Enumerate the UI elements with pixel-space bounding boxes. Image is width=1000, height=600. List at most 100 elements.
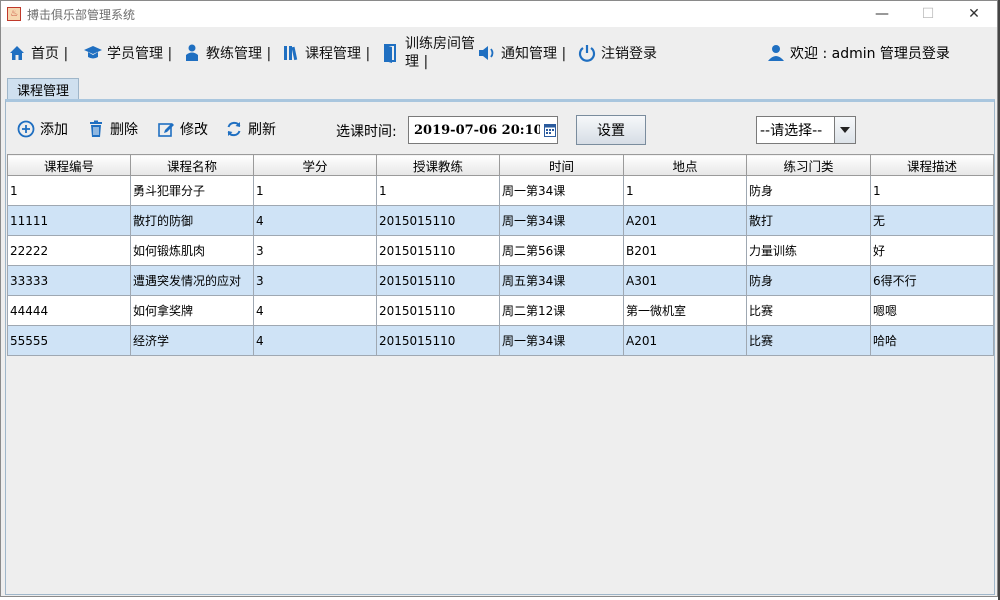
window-title: 搏击俱乐部管理系统 bbox=[27, 7, 136, 22]
table-row[interactable]: 11111 散打的防御 4 2015015110 周一第34课 A201 散打 … bbox=[7, 205, 994, 236]
menu-rooms-label-wrap: 训练房间管 理 | bbox=[405, 35, 475, 71]
table-cell: A201 bbox=[623, 205, 747, 236]
table-cell: 周一第34课 bbox=[499, 325, 624, 356]
table-cell: 2015015110 bbox=[376, 265, 500, 296]
table-cell: A201 bbox=[623, 325, 747, 356]
main-menu: 首页 | 学员管理 | 教练管理 | 课程管理 | 训练房间管 理 | 通知管理… bbox=[1, 31, 997, 75]
menu-logout[interactable]: 注销登录 bbox=[577, 31, 657, 75]
table-cell: 44444 bbox=[7, 295, 131, 326]
table-cell: 2015015110 bbox=[376, 325, 500, 356]
set-button[interactable]: 设置 bbox=[576, 115, 646, 145]
calendar-icon[interactable] bbox=[542, 120, 557, 140]
table-cell: 好 bbox=[870, 235, 994, 266]
maximize-button[interactable]: ☐ bbox=[905, 1, 951, 27]
table-header: 课程编号 课程名称 学分 授课教练 时间 地点 练习门类 课程描述 bbox=[7, 154, 994, 176]
table-cell: 无 bbox=[870, 205, 994, 236]
table-cell: A301 bbox=[623, 265, 747, 296]
delete-button[interactable]: 删除 bbox=[86, 117, 138, 141]
course-panel: 添加 删除 修改 刷新 选课时间: 2019-07-06 20:10:47 设置… bbox=[5, 99, 995, 595]
refresh-button[interactable]: 刷新 bbox=[224, 117, 276, 141]
table-cell: 防身 bbox=[746, 265, 871, 296]
table-cell: 4 bbox=[253, 325, 377, 356]
category-select-value: --请选择-- bbox=[760, 123, 823, 139]
refresh-icon bbox=[224, 119, 244, 139]
column-header[interactable]: 授课教练 bbox=[376, 154, 500, 176]
refresh-label: 刷新 bbox=[248, 122, 276, 138]
column-header[interactable]: 时间 bbox=[499, 154, 624, 176]
delete-label: 删除 bbox=[110, 122, 138, 138]
table-cell: 周一第34课 bbox=[499, 175, 624, 206]
table-cell: 哈哈 bbox=[870, 325, 994, 356]
menu-coaches-label: 教练管理 | bbox=[206, 46, 272, 62]
speaker-icon bbox=[477, 43, 497, 63]
table-cell: 1 bbox=[870, 175, 994, 206]
column-header[interactable]: 学分 bbox=[253, 154, 377, 176]
table-cell: 4 bbox=[253, 205, 377, 236]
column-header[interactable]: 课程名称 bbox=[130, 154, 254, 176]
table-cell: 4 bbox=[253, 295, 377, 326]
add-button[interactable]: 添加 bbox=[16, 117, 68, 141]
books-icon bbox=[281, 43, 301, 63]
date-picker bbox=[408, 116, 558, 144]
table-empty-area bbox=[7, 357, 993, 593]
table-cell: 1 bbox=[376, 175, 500, 206]
table-cell: 3 bbox=[253, 265, 377, 296]
edit-icon bbox=[156, 119, 176, 139]
table-row[interactable]: 1 勇斗犯罪分子 1 1 周一第34课 1 防身 1 bbox=[7, 175, 994, 206]
table-cell: B201 bbox=[623, 235, 747, 266]
title-bar: ♨ 搏击俱乐部管理系统 — ☐ ✕ bbox=[1, 1, 997, 27]
edit-button[interactable]: 修改 bbox=[156, 117, 208, 141]
table-cell: 勇斗犯罪分子 bbox=[130, 175, 254, 206]
menu-notices-label: 通知管理 | bbox=[501, 46, 567, 62]
table-cell: 如何锻炼肌肉 bbox=[130, 235, 254, 266]
menu-coaches[interactable]: 教练管理 | bbox=[182, 31, 271, 75]
door-icon bbox=[381, 43, 401, 63]
category-select[interactable]: --请选择-- bbox=[756, 116, 856, 144]
tab-courses[interactable]: 课程管理 bbox=[7, 78, 79, 99]
table-cell: 33333 bbox=[7, 265, 131, 296]
table-cell: 2015015110 bbox=[376, 205, 500, 236]
table-row[interactable]: 55555 经济学 4 2015015110 周一第34课 A201 比赛 哈哈 bbox=[7, 325, 994, 356]
menu-rooms-label-2: 理 | bbox=[405, 54, 429, 70]
menu-rooms[interactable]: 训练房间管 理 | bbox=[381, 31, 475, 75]
close-button[interactable]: ✕ bbox=[951, 1, 997, 27]
table-cell: 防身 bbox=[746, 175, 871, 206]
table-cell: 嗯嗯 bbox=[870, 295, 994, 326]
menu-courses-label: 课程管理 | bbox=[305, 46, 371, 62]
time-label: 选课时间: bbox=[336, 124, 397, 140]
chevron-down-icon[interactable] bbox=[834, 117, 855, 143]
table-cell: 11111 bbox=[7, 205, 131, 236]
java-app-icon: ♨ bbox=[7, 7, 21, 21]
column-header[interactable]: 练习门类 bbox=[746, 154, 871, 176]
table-cell: 22222 bbox=[7, 235, 131, 266]
table-cell: 3 bbox=[253, 235, 377, 266]
menu-courses[interactable]: 课程管理 | bbox=[281, 31, 370, 75]
table-cell: 2015015110 bbox=[376, 295, 500, 326]
table-cell: 1 bbox=[253, 175, 377, 206]
column-header[interactable]: 课程描述 bbox=[870, 154, 994, 176]
user-icon bbox=[766, 43, 786, 63]
table-cell: 1 bbox=[7, 175, 131, 206]
menu-students-label: 学员管理 | bbox=[107, 46, 173, 62]
menu-students[interactable]: 学员管理 | bbox=[83, 31, 172, 75]
course-toolbar: 添加 删除 修改 刷新 选课时间: 2019-07-06 20:10:47 设置… bbox=[6, 113, 994, 145]
minimize-button[interactable]: — bbox=[859, 1, 905, 27]
column-header[interactable]: 地点 bbox=[623, 154, 747, 176]
table-cell: 比赛 bbox=[746, 325, 871, 356]
table-cell: 周五第34课 bbox=[499, 265, 624, 296]
menu-logout-label: 注销登录 bbox=[601, 46, 657, 62]
menu-home[interactable]: 首页 | bbox=[7, 31, 68, 75]
date-input[interactable] bbox=[412, 121, 542, 139]
menu-notices[interactable]: 通知管理 | bbox=[477, 31, 566, 75]
power-icon bbox=[577, 43, 597, 63]
table-row[interactable]: 33333 遭遇突发情况的应对 3 2015015110 周五第34课 A301… bbox=[7, 265, 994, 296]
column-header[interactable]: 课程编号 bbox=[7, 154, 131, 176]
plus-circle-icon bbox=[16, 119, 36, 139]
table-row[interactable]: 22222 如何锻炼肌肉 3 2015015110 周二第56课 B201 力量… bbox=[7, 235, 994, 266]
table-cell: 55555 bbox=[7, 325, 131, 356]
table-cell: 周二第12课 bbox=[499, 295, 624, 326]
table-cell: 周一第34课 bbox=[499, 205, 624, 236]
table-row[interactable]: 44444 如何拿奖牌 4 2015015110 周二第12课 第一微机室 比赛… bbox=[7, 295, 994, 326]
home-icon bbox=[7, 43, 27, 63]
app-window: ♨ 搏击俱乐部管理系统 — ☐ ✕ 首页 | 学员管理 | 教练管理 | 课程管… bbox=[0, 0, 998, 597]
